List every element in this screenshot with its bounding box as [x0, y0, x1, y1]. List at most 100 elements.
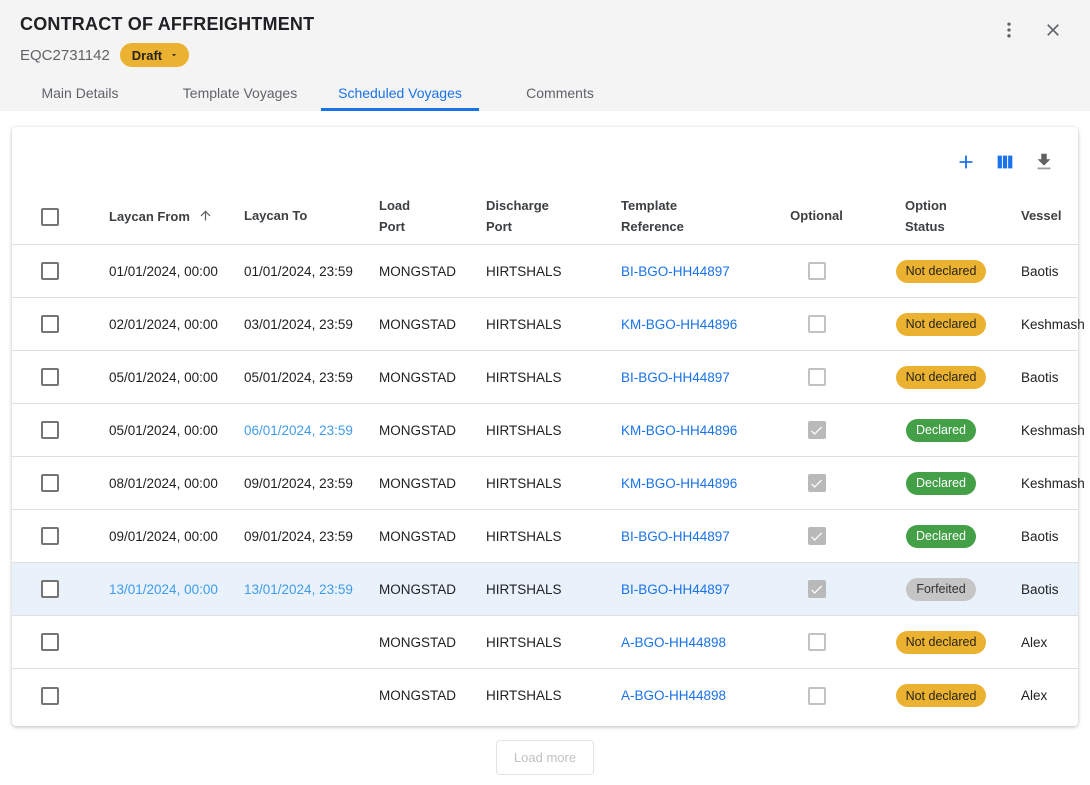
- tab-scheduled-voyages[interactable]: Scheduled Voyages: [320, 75, 480, 111]
- table-toolbar: [12, 127, 1078, 189]
- tab-template-voyages[interactable]: Template Voyages: [160, 75, 320, 111]
- vessel-cell: Baotis: [1001, 264, 1078, 279]
- vessel-cell: Keshmash: [1001, 317, 1078, 332]
- row-select-checkbox[interactable]: [41, 687, 59, 705]
- laycan-from-cell: 13/01/2024, 00:00: [89, 582, 224, 597]
- laycan-from-cell: 05/01/2024, 00:00: [89, 423, 224, 438]
- column-header-discharge-port[interactable]: Discharge Port: [466, 196, 601, 238]
- template-reference-link[interactable]: A-BGO-HH44898: [621, 635, 726, 650]
- optional-checkbox: [808, 368, 826, 386]
- table-row: MONGSTADHIRTSHALSA-BGO-HH44898Not declar…: [12, 616, 1078, 669]
- template-reference-link[interactable]: BI-BGO-HH44897: [621, 582, 730, 597]
- discharge-port-cell: HIRTSHALS: [466, 423, 601, 438]
- discharge-port-cell: HIRTSHALS: [466, 582, 601, 597]
- vessel-cell: Keshmash: [1001, 423, 1078, 438]
- row-select-checkbox[interactable]: [41, 580, 59, 598]
- template-reference-link[interactable]: BI-BGO-HH44897: [621, 264, 730, 279]
- discharge-port-cell: HIRTSHALS: [466, 529, 601, 544]
- page-title: CONTRACT OF AFFREIGHTMENT: [20, 14, 1066, 35]
- table-row: 02/01/2024, 00:0003/01/2024, 23:59MONGST…: [12, 298, 1078, 351]
- optional-checkbox: [808, 527, 826, 545]
- optional-checkbox: [808, 421, 826, 439]
- kebab-menu-icon: [999, 20, 1019, 43]
- manage-columns-button[interactable]: [993, 151, 1017, 175]
- laycan-from-cell: 05/01/2024, 00:00: [89, 370, 224, 385]
- laycan-from-cell: 08/01/2024, 00:00: [89, 476, 224, 491]
- optional-checkbox: [808, 633, 826, 651]
- optional-checkbox: [808, 474, 826, 492]
- row-select-checkbox[interactable]: [41, 474, 59, 492]
- optional-checkbox: [808, 580, 826, 598]
- template-reference-link[interactable]: KM-BGO-HH44896: [621, 476, 737, 491]
- option-status-badge: Declared: [906, 419, 976, 442]
- vessel-cell: Baotis: [1001, 370, 1078, 385]
- row-select-checkbox[interactable]: [41, 315, 59, 333]
- status-dropdown-button[interactable]: Draft: [120, 43, 189, 67]
- load-port-cell: MONGSTAD: [359, 317, 466, 332]
- optional-checkbox: [808, 315, 826, 333]
- contract-header: CONTRACT OF AFFREIGHTMENT EQC2731142 Dra…: [0, 0, 1090, 111]
- row-select-checkbox[interactable]: [41, 262, 59, 280]
- laycan-to-cell: 09/01/2024, 23:59: [224, 529, 359, 544]
- table-row: 01/01/2024, 00:0001/01/2024, 23:59MONGST…: [12, 245, 1078, 298]
- laycan-to-cell: 06/01/2024, 23:59: [224, 423, 359, 438]
- load-port-cell: MONGSTAD: [359, 688, 466, 703]
- discharge-port-cell: HIRTSHALS: [466, 476, 601, 491]
- tab-main-details[interactable]: Main Details: [0, 75, 160, 111]
- row-select-checkbox[interactable]: [41, 368, 59, 386]
- status-badge: Draft: [132, 48, 162, 63]
- more-menu-button[interactable]: [998, 20, 1020, 42]
- select-all-checkbox[interactable]: [41, 208, 59, 226]
- column-header-laycan-to[interactable]: Laycan To: [224, 206, 359, 227]
- load-port-cell: MONGSTAD: [359, 370, 466, 385]
- download-button[interactable]: [1032, 151, 1056, 175]
- table-row: 05/01/2024, 00:0005/01/2024, 23:59MONGST…: [12, 351, 1078, 404]
- add-voyage-button[interactable]: [954, 151, 978, 175]
- table-header-row: Laycan From Laycan To Load Port Discharg…: [12, 189, 1078, 245]
- tab-comments[interactable]: Comments: [480, 75, 640, 111]
- column-header-optional[interactable]: Optional: [752, 206, 881, 227]
- vessel-cell: Baotis: [1001, 529, 1078, 544]
- discharge-port-cell: HIRTSHALS: [466, 317, 601, 332]
- column-header-laycan-from[interactable]: Laycan From: [109, 208, 213, 226]
- column-header-option-status[interactable]: Option Status: [881, 196, 1001, 238]
- column-header-vessel[interactable]: Vessel: [1001, 206, 1078, 227]
- laycan-from-cell: 02/01/2024, 00:00: [89, 317, 224, 332]
- chevron-down-icon: [169, 48, 179, 63]
- option-status-badge: Not declared: [896, 313, 987, 336]
- vessel-cell: Baotis: [1001, 582, 1078, 597]
- option-status-badge: Not declared: [896, 631, 987, 654]
- laycan-to-cell: 03/01/2024, 23:59: [224, 317, 359, 332]
- load-port-cell: MONGSTAD: [359, 264, 466, 279]
- option-status-badge: Not declared: [896, 684, 987, 707]
- option-status-badge: Declared: [906, 525, 976, 548]
- load-more-button[interactable]: Load more: [496, 740, 594, 775]
- sort-arrow-up-icon: [198, 208, 213, 226]
- template-reference-link[interactable]: A-BGO-HH44898: [621, 688, 726, 703]
- discharge-port-cell: HIRTSHALS: [466, 688, 601, 703]
- template-reference-link[interactable]: BI-BGO-HH44897: [621, 370, 730, 385]
- column-header-load-port[interactable]: Load Port: [359, 196, 466, 238]
- column-header-template-reference[interactable]: Template Reference: [601, 196, 752, 238]
- template-reference-link[interactable]: BI-BGO-HH44897: [621, 529, 730, 544]
- close-button[interactable]: [1042, 20, 1064, 42]
- close-icon: [1043, 20, 1063, 43]
- template-reference-link[interactable]: KM-BGO-HH44896: [621, 317, 737, 332]
- row-select-checkbox[interactable]: [41, 421, 59, 439]
- download-icon: [1033, 151, 1055, 176]
- option-status-badge: Not declared: [896, 366, 987, 389]
- table-body: 01/01/2024, 00:0001/01/2024, 23:59MONGST…: [12, 245, 1078, 722]
- row-select-checkbox[interactable]: [41, 633, 59, 651]
- option-status-badge: Declared: [906, 472, 976, 495]
- view-columns-icon: [994, 151, 1016, 176]
- voyages-table-card: Laycan From Laycan To Load Port Discharg…: [12, 127, 1078, 726]
- template-reference-link[interactable]: KM-BGO-HH44896: [621, 423, 737, 438]
- table-row: 09/01/2024, 00:0009/01/2024, 23:59MONGST…: [12, 510, 1078, 563]
- table-row: 08/01/2024, 00:0009/01/2024, 23:59MONGST…: [12, 457, 1078, 510]
- laycan-to-cell: 01/01/2024, 23:59: [224, 264, 359, 279]
- discharge-port-cell: HIRTSHALS: [466, 370, 601, 385]
- load-port-cell: MONGSTAD: [359, 635, 466, 650]
- row-select-checkbox[interactable]: [41, 527, 59, 545]
- laycan-to-cell: 05/01/2024, 23:59: [224, 370, 359, 385]
- optional-checkbox: [808, 687, 826, 705]
